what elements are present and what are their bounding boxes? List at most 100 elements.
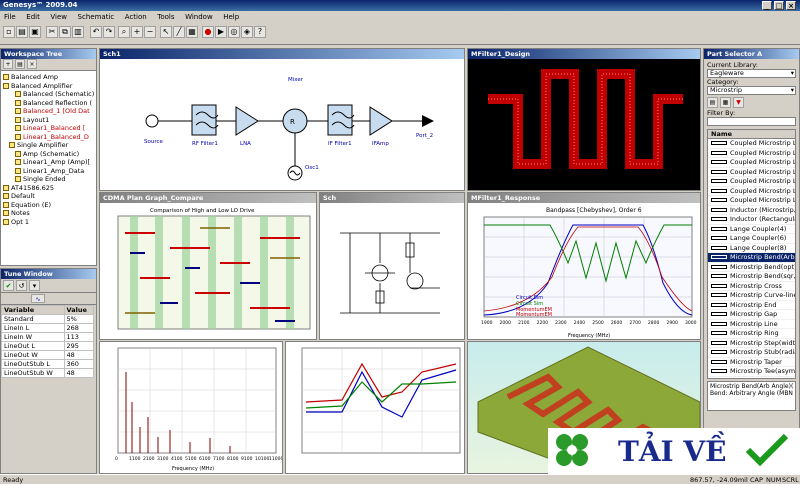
tune-value-cell[interactable]: 360 [63,359,95,369]
maximize-button[interactable]: □ [774,1,784,10]
part-item[interactable]: Lange Coupler(6) [708,234,795,244]
tune-row[interactable]: LineOutStub W 48 [1,368,95,378]
tune-row[interactable]: LineIn W 113 [1,332,95,342]
source-symbol[interactable] [145,114,159,128]
part-item[interactable]: Microstrip Tee(sym) [708,377,795,379]
tree-item[interactable]: AT41586.625 [3,184,96,193]
wire-icon[interactable]: ╱ [173,26,185,38]
tune-row[interactable]: Standard 5% [1,314,95,324]
cut-icon[interactable]: ✂ [46,26,58,38]
lna-symbol[interactable] [235,106,259,136]
reset-icon[interactable]: ↺ [16,280,27,291]
zoom-in-icon[interactable]: + [131,26,143,38]
grid-icon[interactable]: ▦ [720,97,731,108]
add-icon[interactable]: + [3,59,13,69]
tree-item[interactable]: Single Amplifier [3,141,96,150]
part-item[interactable]: Inductor (Rectangular, [708,215,795,225]
tree-item[interactable]: Default [3,192,96,201]
part-item[interactable]: Microstrip Curve-line [708,291,795,301]
zoom-icon[interactable]: ⌕ [118,26,130,38]
filter-response-plot[interactable]: Bandpass [Chebyshev], Order 6 Circuit Si… [468,203,700,339]
folder-icon[interactable]: ▤ [15,59,25,69]
paste-icon[interactable]: ▥ [72,26,84,38]
part-item[interactable]: Microstrip Taper [708,358,795,367]
filter-icon[interactable]: ▼ [733,97,744,108]
menu-file[interactable]: File [0,11,20,23]
zoom-out-icon[interactable]: − [144,26,156,38]
tree-item[interactable]: Amp (Schematic) [3,150,96,159]
part-item[interactable]: Microstrip Cross [708,282,795,291]
tune-icon[interactable]: ◎ [228,26,240,38]
part-item[interactable]: Coupled Microstrip Line [708,139,795,149]
cdma-plot[interactable]: Comparison of High and Low LO Drive [100,203,316,339]
part-item[interactable]: Microstrip End [708,301,795,310]
tree-item[interactable]: Balanced_1 [Old Dat [3,107,96,116]
mixer-symbol[interactable]: R [282,108,308,134]
tune-value-cell[interactable]: 113 [63,332,95,342]
filter-input[interactable] [707,117,796,126]
gain-chart-plot[interactable] [286,342,464,473]
part-item[interactable]: Coupled Microstrip Line [708,149,795,158]
part-item[interactable]: Microstrip Gap [708,310,795,320]
folder-icon[interactable]: ▤ [707,97,718,108]
port-symbol[interactable] [422,115,434,127]
menu-action[interactable]: Action [121,11,151,23]
part-item[interactable]: Microstrip Line [708,320,795,329]
part-item[interactable]: Coupled Microstrip Line [708,158,795,168]
if-amp-symbol[interactable] [369,106,393,136]
optimize-icon[interactable]: ◈ [241,26,253,38]
select-icon[interactable]: ↖ [160,26,172,38]
run-icon[interactable]: ▶ [215,26,227,38]
part-item[interactable]: Coupled Microstrip Line [708,187,795,196]
tree-item[interactable]: Equation (E) [3,201,96,210]
check-icon[interactable]: ✔ [3,280,14,291]
copy-icon[interactable]: ⧉ [59,26,71,38]
grid-icon[interactable]: ▦ [186,26,198,38]
part-item[interactable]: Lange Coupler(8) [708,244,795,253]
minimize-button[interactable]: _ [762,1,772,10]
if-filter-symbol[interactable] [327,104,355,136]
part-item[interactable]: Coupled Microstrip Line [708,168,795,177]
part-item[interactable]: Microstrip Tee(asym) [708,367,795,377]
tune-value-cell[interactable]: 5% [63,314,95,324]
part-item[interactable]: Coupled Microstrip Line [708,196,795,206]
tune-value-cell[interactable]: 295 [63,341,95,351]
help-icon[interactable]: ? [254,26,266,38]
tree-item[interactable]: Layout1 [3,116,96,125]
menu-schematic[interactable]: Schematic [74,11,119,23]
delete-icon[interactable]: × [27,59,37,69]
close-button[interactable]: × [786,1,796,10]
menu-window[interactable]: Window [181,11,217,23]
menu-help[interactable]: Help [219,11,243,23]
tree-item[interactable]: Linear1_Balanced [ [3,124,96,133]
category-select[interactable]: Microstrip ▾ [707,86,796,95]
schematic-canvas[interactable]: R Mixer Source RF Filter1 LNA IF Filter1… [100,59,464,190]
tree-item[interactable]: Linear1_Balanced_D [3,133,96,142]
tune-row[interactable]: LineIn L 268 [1,323,95,333]
menu-edit[interactable]: Edit [22,11,44,23]
spectrum-plot[interactable]: 0 1100 2100 3100 4100 5100 6100 7100 8100 9100 101… [100,342,283,473]
part-item[interactable]: Inductor (Microstrip, Sp [708,206,795,215]
tune-value-cell[interactable]: 48 [63,368,95,378]
tree-item[interactable]: Balanced Amplifier [3,82,96,91]
rf-filter-symbol[interactable] [191,104,219,136]
options-icon[interactable]: ▾ [29,280,40,291]
tree-item[interactable]: Notes [3,209,96,218]
part-item[interactable]: Microstrip Stub(radial) [708,348,795,358]
part-item[interactable]: Microstrip Ring [708,329,795,339]
osc-symbol[interactable] [287,165,303,181]
part-item[interactable]: Microstrip Step(width) [708,339,795,348]
tree-item[interactable]: Opt 1 [3,218,96,227]
tree-item[interactable]: Single Ended [3,175,96,184]
menu-view[interactable]: View [46,11,71,23]
tree-item[interactable]: Linear1_Amp (Amp)[ [3,158,96,167]
tune-value-cell[interactable]: 48 [63,350,95,360]
part-item[interactable]: Lange Coupler(4) [708,225,795,234]
stop-icon[interactable]: ● [202,26,214,38]
menu-tools[interactable]: Tools [153,11,178,23]
redo-icon[interactable]: ↷ [103,26,115,38]
open-icon[interactable]: ▤ [16,26,28,38]
circuit-canvas[interactable] [320,203,464,339]
tree-item[interactable]: Balanced Reflection ( [3,99,96,108]
part-item[interactable]: Microstrip Bend(opt) [708,263,795,272]
